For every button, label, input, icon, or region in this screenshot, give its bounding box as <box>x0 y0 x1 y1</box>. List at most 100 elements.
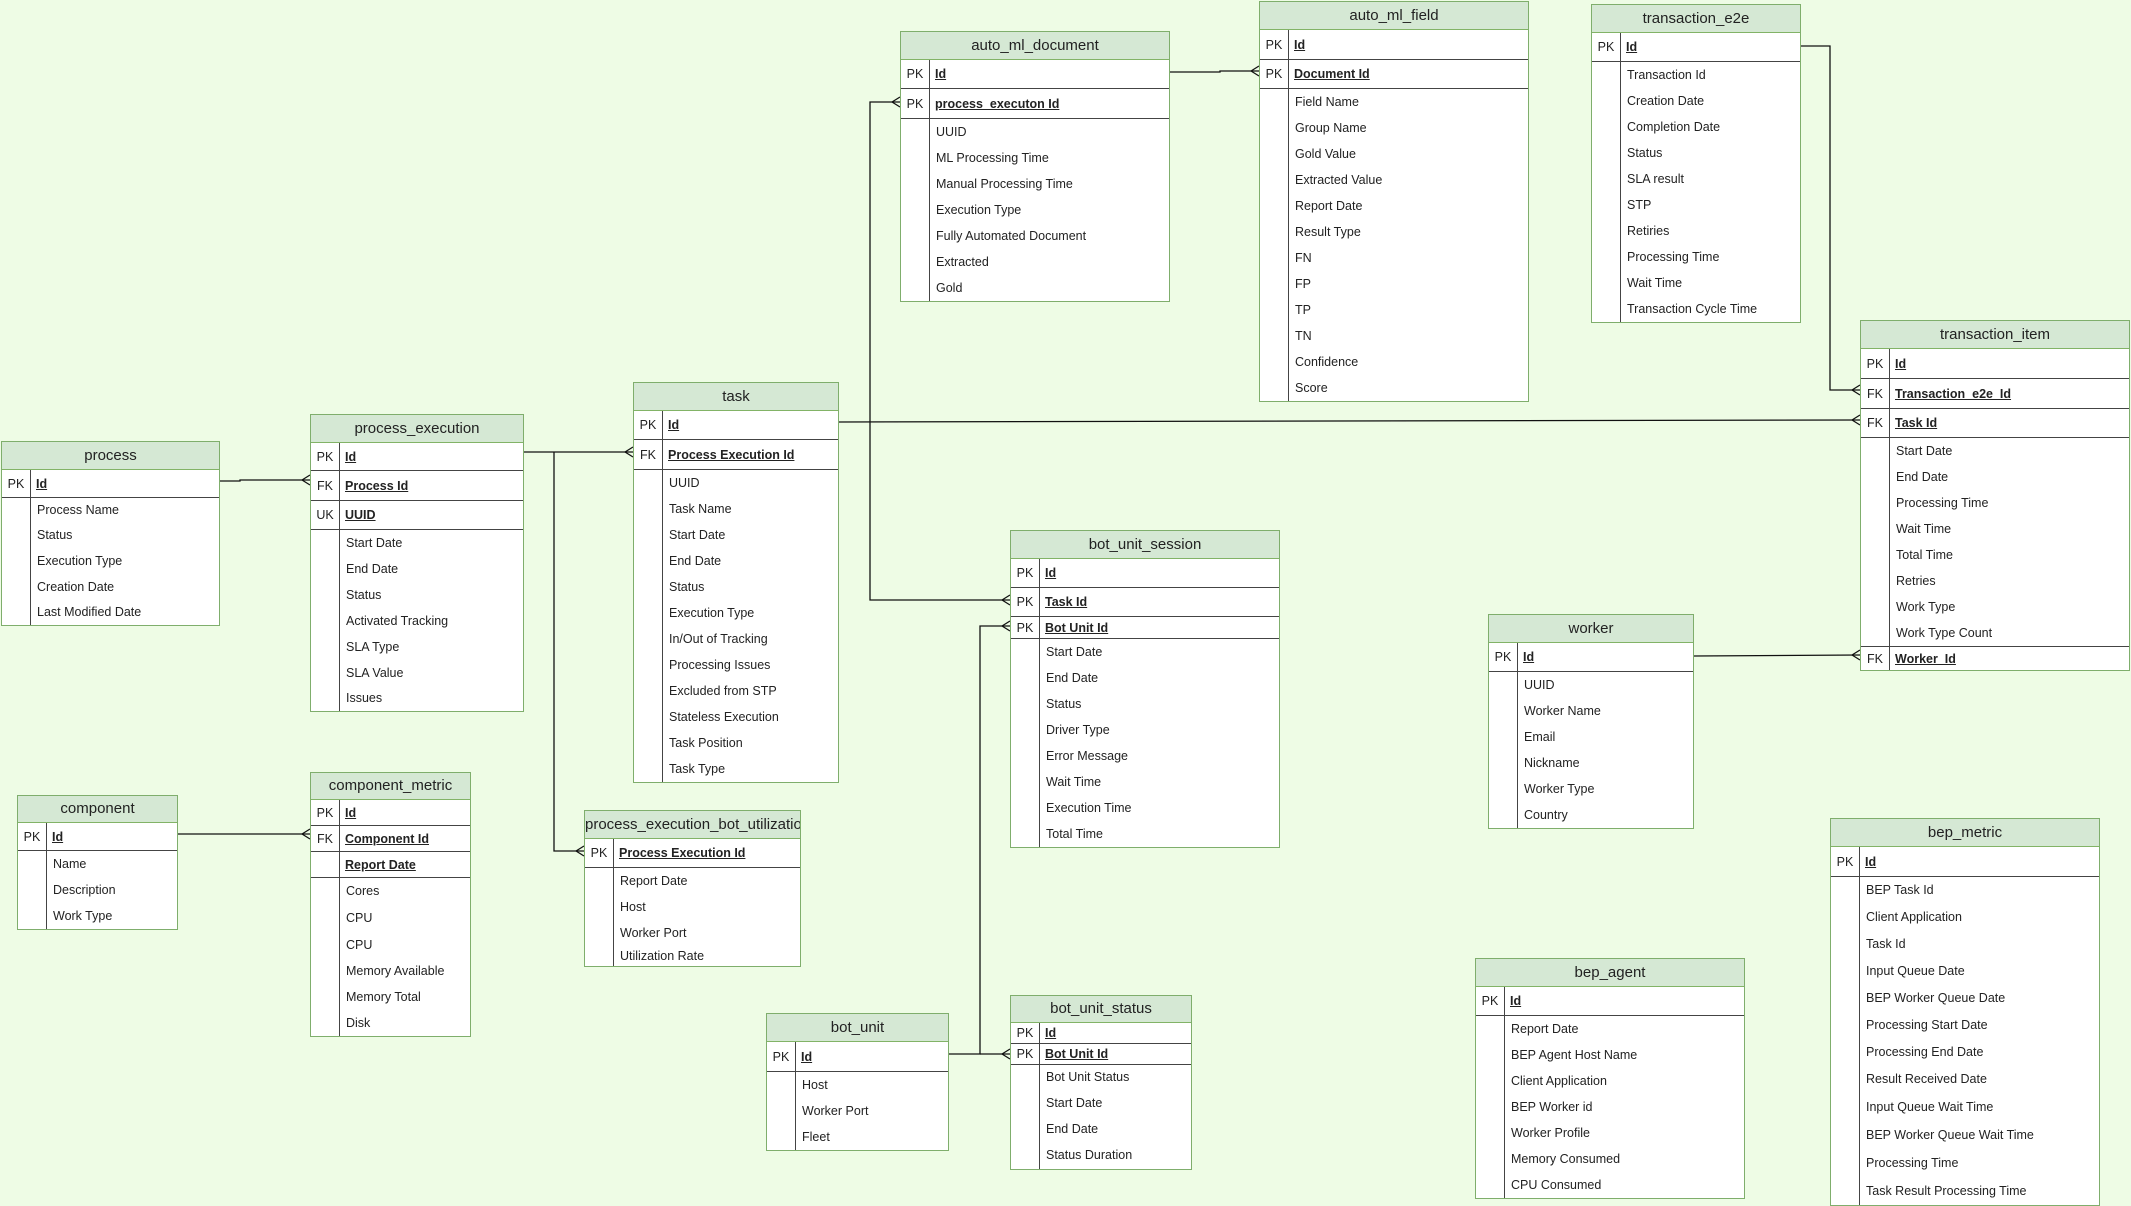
key-field-name: Document Id <box>1294 67 1370 81</box>
attribute-field: Execution Type <box>936 203 1022 217</box>
entity-auto-ml-field[interactable]: auto_ml_field PK Id PK Document Id Field Name… <box>1259 1 1529 402</box>
key-type-label: PK <box>639 418 657 432</box>
key-field-name: Id <box>668 418 680 432</box>
key-row: PK Document Id <box>1260 60 1528 89</box>
attribute-field: Start Date <box>669 528 726 542</box>
attribute-field: Memory Consumed <box>1511 1152 1621 1166</box>
entity-bot-unit-status[interactable]: bot_unit_status PK Id PK Bot Unit Id Bot Unit… <box>1010 995 1192 1170</box>
key-type-label: FK <box>1867 651 1883 666</box>
entity-component-metric[interactable]: component_metric PK Id FK Component Id Report… <box>310 772 471 1037</box>
key-type-label: PK <box>906 96 924 111</box>
entity-bep-agent[interactable]: bep_agent PK Id Report Date BEP Agent Host N… <box>1475 958 1745 1199</box>
relationship-line <box>553 452 584 852</box>
attribute-list: Field Name Group Name Gold Value Extracted … <box>1260 89 1528 401</box>
relationship-line <box>220 479 310 482</box>
attribute-field: Report Date <box>1295 199 1363 213</box>
key-row: PK Id <box>1831 847 2099 877</box>
key-row: PK Bot Unit Id <box>1011 617 1279 639</box>
crowfoot-many-icon <box>1851 384 1861 396</box>
attribute-field: Group Name <box>1295 121 1367 135</box>
attribute-field: Transaction Id <box>1627 68 1706 82</box>
attribute-field: CPU <box>346 911 373 925</box>
attribute-field: Extracted Value <box>1295 173 1383 187</box>
key-field-name: Bot Unit Id <box>1045 1047 1109 1061</box>
key-field-name: Process Id <box>345 478 409 493</box>
entity-title: component_metric <box>311 773 470 800</box>
attribute-list: Host Worker Port Fleet <box>767 1072 948 1150</box>
key-field-name: Id <box>1895 356 1907 371</box>
attribute-field: Processing Start Date <box>1866 1018 1988 1032</box>
attribute-field: BEP Worker Queue Wait Time <box>1866 1128 2034 1142</box>
attribute-field: Gold <box>936 281 963 295</box>
attribute-field: CPU Consumed <box>1511 1178 1602 1192</box>
attribute-field: UUID <box>936 125 967 139</box>
crowfoot-many-icon <box>1851 414 1861 426</box>
key-row: UK UUID <box>311 501 523 530</box>
key-type-label: PK <box>1494 650 1512 664</box>
attribute-field: Last Modified Date <box>37 605 142 619</box>
entity-title: bot_unit_session <box>1011 531 1279 559</box>
attribute-field: Status <box>669 580 705 594</box>
key-row: PK Id <box>1011 1023 1191 1044</box>
attribute-list: Cores CPU CPU Memory Available Memory Total D… <box>311 878 470 1036</box>
attribute-field: Retries <box>1896 574 1936 588</box>
entity-worker[interactable]: worker PK Id UUID Worker Name Email Nickname Wo… <box>1488 614 1694 829</box>
entity-bot-unit[interactable]: bot_unit PK Id Host Worker Port Fleet <box>766 1013 949 1151</box>
entity-process-execution-bot-utilization[interactable]: process_execution_bot_utilization PK Proce… <box>584 810 801 967</box>
key-field-name: Bot Unit Id <box>1045 620 1109 635</box>
entity-transaction-e2e[interactable]: transaction_e2e PK Id Transaction Id Creatio… <box>1591 4 1801 323</box>
attribute-field: Confidence <box>1295 355 1359 369</box>
key-field-name: Id <box>345 449 357 464</box>
crowfoot-many-icon <box>1001 620 1011 632</box>
attribute-field: Error Message <box>1046 749 1128 763</box>
key-row: PK Id <box>901 60 1169 89</box>
key-row: PK Id <box>1592 33 1800 62</box>
attribute-field: Stateless Execution <box>669 710 779 724</box>
attribute-field: STP <box>1627 198 1652 212</box>
entity-title: auto_ml_field <box>1260 2 1528 30</box>
attribute-field: Result Type <box>1295 225 1361 239</box>
attribute-list: UUID Task Name Start Date End Date Status Exe… <box>634 470 838 782</box>
attribute-field: Country <box>1524 808 1568 822</box>
key-field-name: Id <box>1865 854 1877 869</box>
attribute-field: Wait Time <box>1896 522 1952 536</box>
key-field-name: Id <box>1510 994 1522 1008</box>
crowfoot-many-icon <box>1250 65 1260 77</box>
attribute-field: Description <box>53 883 116 897</box>
attribute-field: Start Date <box>1046 645 1103 659</box>
key-type-label: PK <box>316 449 334 464</box>
entity-bep-metric[interactable]: bep_metric PK Id BEP Task Id Client Applicat… <box>1830 818 2100 1206</box>
attribute-field: Disk <box>346 1016 371 1030</box>
entity-component[interactable]: component PK Id Name Description Work Type <box>17 795 178 930</box>
attribute-field: TN <box>1295 329 1312 343</box>
entity-auto-ml-document[interactable]: auto_ml_document PK Id PK process_executon I… <box>900 31 1170 302</box>
key-field-name: Process Execution Id <box>668 447 795 462</box>
entity-task[interactable]: task PK Id FK Process Execution Id UUID Task N… <box>633 382 839 783</box>
key-type-label: PK <box>1597 40 1615 54</box>
entity-bot-unit-session[interactable]: bot_unit_session PK Id PK Task Id PK Bot Unit … <box>1010 530 1280 848</box>
key-row: PK process_executon Id <box>901 89 1169 119</box>
attribute-field: Process Name <box>37 503 119 517</box>
key-field-name: Worker_Id <box>1895 651 1956 666</box>
attribute-field: Worker Name <box>1524 704 1601 718</box>
key-field-name: process_executon Id <box>935 96 1060 111</box>
key-field-name: Id <box>801 1049 813 1064</box>
attribute-field: Execution Type <box>669 606 755 620</box>
key-row: PK Id <box>311 443 523 471</box>
attribute-field: Task Type <box>669 762 726 776</box>
key-type-label: PK <box>590 846 608 860</box>
relationship-line <box>869 101 900 452</box>
key-row: FK Component Id <box>311 826 470 852</box>
key-type-label: FK <box>317 831 333 846</box>
attribute-field: BEP Task Id <box>1866 883 1934 897</box>
attribute-field: Worker Port <box>802 1104 869 1118</box>
attribute-field: End Date <box>1046 671 1099 685</box>
attribute-field: Input Queue Date <box>1866 964 1965 978</box>
attribute-field: CPU <box>346 938 373 952</box>
entity-transaction-item[interactable]: transaction_item PK Id FK Transaction_e2e_Id… <box>1860 320 2130 671</box>
entity-title: bep_agent <box>1476 959 1744 987</box>
entity-process-execution[interactable]: process_execution PK Id FK Process Id UK UUID S… <box>310 414 524 712</box>
attribute-field: Start Date <box>1046 1096 1103 1110</box>
entity-process[interactable]: process PK Id Process Name Status Execution T… <box>1 441 220 626</box>
key-type-label: PK <box>772 1049 790 1064</box>
